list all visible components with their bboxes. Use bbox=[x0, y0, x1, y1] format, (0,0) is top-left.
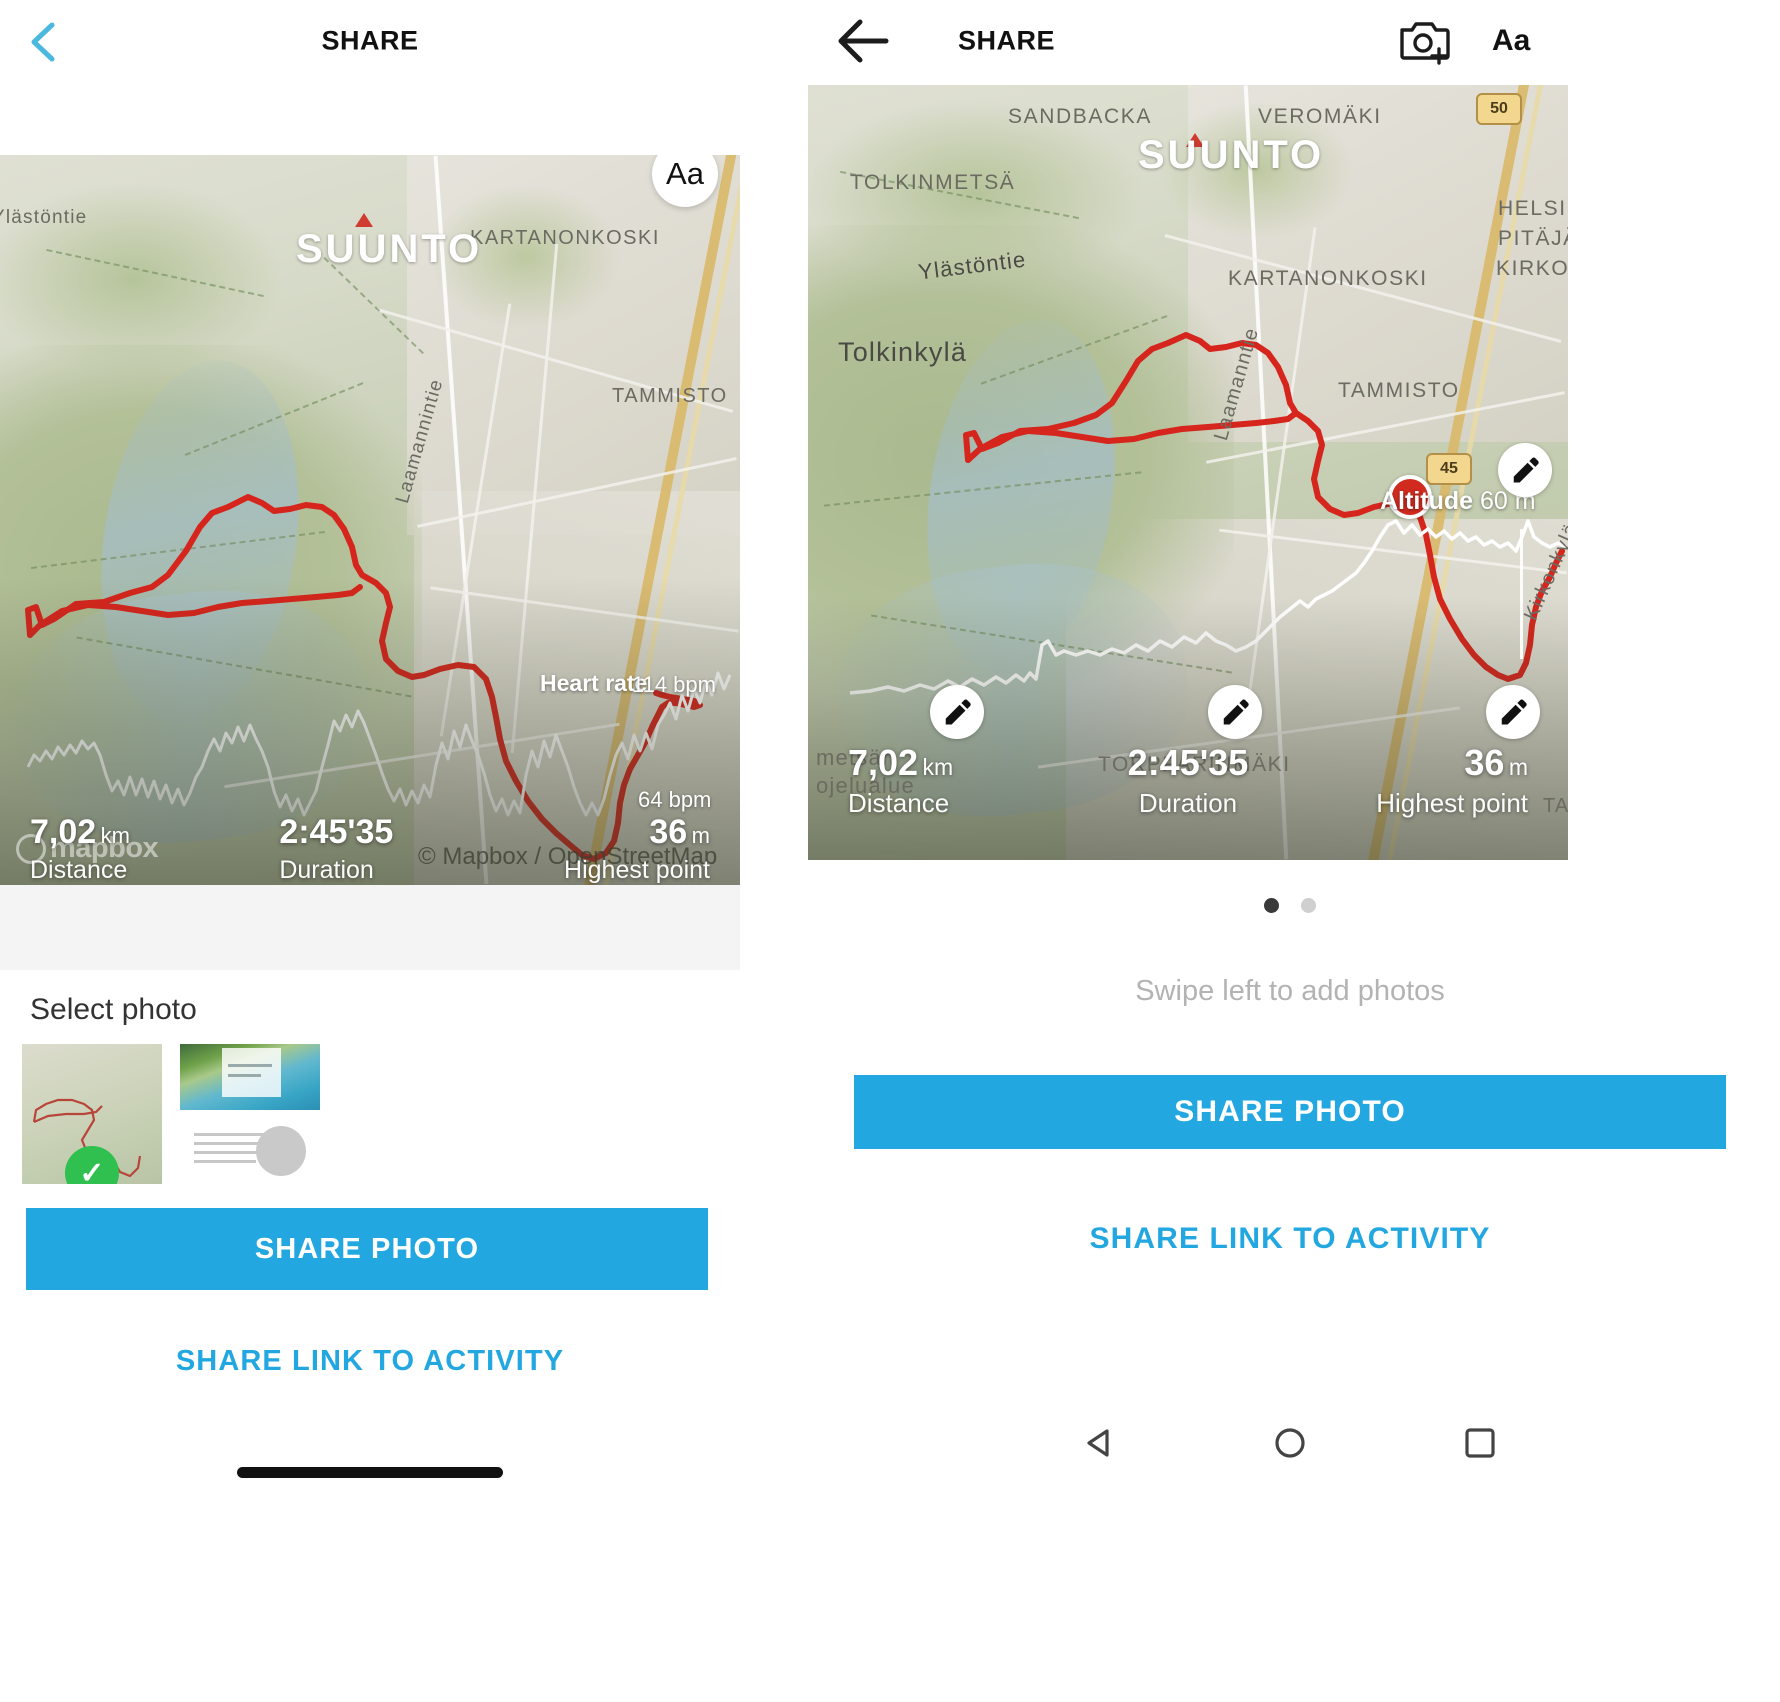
carousel-pagination[interactable] bbox=[800, 898, 1780, 913]
heart-rate-min-value: 64 bpm bbox=[638, 787, 712, 812]
left-phone-screen: SHARE Aa Ylästöntie KARTANONKOSKI TAMMIS… bbox=[0, 0, 740, 1702]
altitude-scale-bar bbox=[1520, 529, 1523, 659]
place-label: VEROMÄKI bbox=[1258, 105, 1382, 128]
edit-metric-button-1[interactable] bbox=[1498, 443, 1552, 497]
pencil-icon bbox=[1501, 699, 1527, 725]
text-style-button[interactable]: Aa bbox=[1492, 24, 1530, 58]
heart-rate-max-value: 114 bpm bbox=[632, 672, 716, 697]
place-label: Tolkinkylä bbox=[838, 337, 968, 367]
circle-home-icon[interactable] bbox=[1270, 1423, 1310, 1463]
edit-metric-button-2[interactable] bbox=[930, 685, 984, 739]
stat-duration: 2:45'35 Duration bbox=[279, 813, 394, 884]
place-label: TAMMISTO bbox=[1338, 379, 1460, 402]
place-label: TAMMISTO bbox=[612, 385, 728, 407]
left-map-spacer bbox=[0, 885, 740, 970]
map-gradient-overlay bbox=[808, 596, 1568, 860]
route-shield: 45 bbox=[1426, 453, 1472, 485]
triangle-back-icon[interactable] bbox=[1080, 1423, 1120, 1463]
place-label: KIRKONKYLÄ bbox=[1496, 257, 1568, 280]
suunto-watermark: SUUNTO bbox=[1138, 133, 1325, 177]
pagination-dot-2[interactable] bbox=[1301, 898, 1316, 913]
pencil-icon bbox=[1223, 699, 1249, 725]
right-stats-row: 7,02 km Distance 2:45'35 Duration 36 m H… bbox=[808, 745, 1568, 819]
share-photo-button[interactable]: SHARE PHOTO bbox=[854, 1075, 1726, 1149]
photo-thumbnail[interactable] bbox=[180, 1044, 320, 1110]
left-stats-row: 7,02 km Distance 2:45'35 Duration 36 m H… bbox=[0, 815, 740, 885]
right-header-bar: SHARE Aa bbox=[800, 0, 1780, 82]
stat-highest-point: 36 m Highest point bbox=[1376, 742, 1529, 819]
place-label: SANDBACKA bbox=[1008, 105, 1152, 128]
suunto-watermark: SUUNTO bbox=[296, 227, 483, 271]
edit-metric-button-3[interactable] bbox=[1208, 685, 1262, 739]
stat-distance: 7,02 km Distance bbox=[848, 742, 954, 819]
map-thumbnail[interactable]: ✓ bbox=[22, 1044, 162, 1184]
page-title: SHARE bbox=[321, 25, 419, 56]
page-title: SHARE bbox=[958, 25, 1056, 56]
pagination-dot-1[interactable] bbox=[1264, 898, 1279, 913]
right-phone-screen: SHARE Aa SANDBACKA VEROMÄKI TOLKINMETSÄ … bbox=[800, 0, 1780, 1702]
square-recents-icon[interactable] bbox=[1460, 1423, 1500, 1463]
left-header-bar: SHARE bbox=[0, 0, 740, 82]
select-photo-title: Select photo bbox=[30, 993, 197, 1026]
pencil-icon bbox=[945, 699, 971, 725]
edit-metric-button-4[interactable] bbox=[1486, 685, 1540, 739]
place-label: KARTANONKOSKI bbox=[470, 227, 660, 249]
stat-distance: 7,02 km Distance bbox=[30, 813, 130, 884]
left-map-preview[interactable]: Aa Ylästöntie KARTANONKOSKI TAMMISTO Laa… bbox=[0, 155, 740, 885]
thumbnail-column bbox=[180, 1044, 320, 1184]
stat-highest-point: 36 m Highest point bbox=[564, 813, 710, 884]
camera-add-icon[interactable] bbox=[1398, 16, 1454, 66]
swipe-hint-text: Swipe left to add photos bbox=[1135, 975, 1445, 1007]
share-link-button[interactable]: SHARE LINK TO ACTIVITY bbox=[0, 1345, 740, 1378]
arrow-left-icon[interactable] bbox=[836, 14, 892, 68]
photo-thumbnail-list[interactable]: ✓ bbox=[22, 1044, 320, 1184]
place-label: KARTANONKOSKI bbox=[1228, 267, 1428, 290]
place-label: PITÄJÄN bbox=[1498, 227, 1568, 250]
place-label: Ylästöntie bbox=[0, 207, 88, 228]
android-navigation-bar bbox=[800, 1408, 1780, 1478]
place-label: TOLKINMETSÄ bbox=[850, 171, 1016, 194]
stat-duration: 2:45'35 Duration bbox=[1127, 742, 1249, 819]
document-thumbnail[interactable] bbox=[180, 1118, 320, 1184]
route-shield: 50 bbox=[1476, 93, 1522, 125]
poi-marker-icon bbox=[355, 213, 373, 227]
share-photo-button[interactable]: SHARE PHOTO bbox=[26, 1208, 708, 1290]
home-indicator bbox=[237, 1467, 503, 1478]
right-map-preview[interactable]: SANDBACKA VEROMÄKI TOLKINMETSÄ Ylästönti… bbox=[808, 85, 1568, 860]
share-link-button[interactable]: SHARE LINK TO ACTIVITY bbox=[800, 1222, 1780, 1256]
place-label: HELSINGIN bbox=[1498, 197, 1568, 220]
pencil-icon bbox=[1513, 457, 1539, 483]
